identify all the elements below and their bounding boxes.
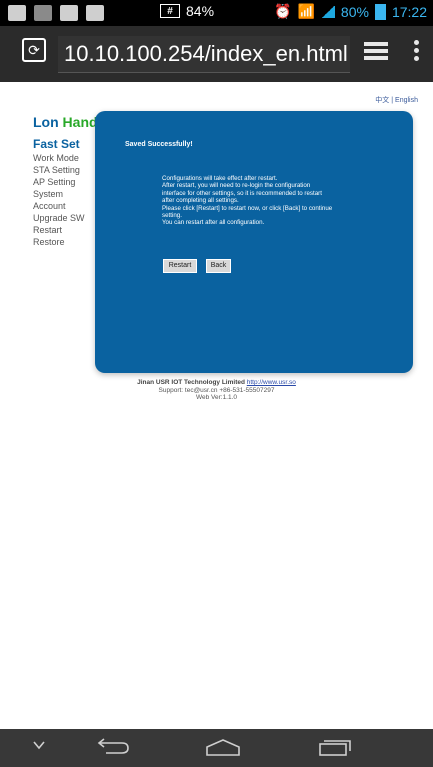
brand-part-1: Lon (33, 114, 59, 130)
back-icon[interactable] (92, 737, 132, 757)
message-line: Configurations will take effect after re… (162, 175, 278, 182)
sidebar-item-fast-set[interactable]: Fast Set (33, 138, 96, 152)
wifi-icon: 📶 (297, 3, 315, 19)
lang-chinese-link[interactable]: 中文 (375, 97, 389, 104)
sidebar-item-sta-setting[interactable]: STA Setting (33, 164, 96, 176)
message-line: after completing all settings. (162, 197, 239, 205)
language-switch: 中文 | English (375, 95, 418, 105)
message-line: setting. (162, 212, 182, 220)
message-line: Please click [Restart] to restart now, o… (162, 204, 333, 212)
sidebar-item-work-mode[interactable]: Work Mode (33, 152, 96, 164)
status-center: # 84% (160, 3, 214, 19)
sidebar-item-upgrade-sw[interactable]: Upgrade SW (33, 212, 96, 224)
page-footer: Jinan USR IOT Technology Limited http://… (0, 379, 433, 402)
hash-icon: # (160, 4, 180, 18)
footer-company-line: Jinan USR IOT Technology Limited http://… (0, 379, 433, 387)
sidebar-nav: Fast Set Work Mode STA Setting AP Settin… (0, 138, 96, 248)
overflow-menu-icon[interactable] (414, 40, 420, 64)
battery-percent: 80% (340, 3, 369, 20)
back-button[interactable]: Back (206, 259, 231, 273)
support-info: Support: tec@usr.cn +86-531-55507297 (158, 386, 275, 394)
bookmarks-icon[interactable] (364, 42, 388, 60)
browser-toolbar: ⟳ 10.10.100.254/index_en.html (0, 26, 433, 82)
lang-separator: | (391, 97, 394, 104)
clock: 17:22 (391, 3, 427, 20)
system-nav-bar (0, 729, 433, 767)
contacts-icon (60, 5, 78, 21)
lang-english-link[interactable]: English (395, 97, 418, 104)
hide-keyboard-icon[interactable] (33, 739, 45, 751)
android-icon (86, 5, 104, 21)
sidebar-item-account[interactable]: Account (33, 200, 96, 212)
sidebar-item-ap-setting[interactable]: AP Setting (33, 176, 96, 188)
company-link[interactable]: http://www.usr.so (247, 379, 296, 386)
image-icon (8, 5, 26, 21)
sidebar-item-system[interactable]: System (33, 188, 96, 200)
signal-label: 84% (186, 3, 215, 19)
restart-button[interactable]: Restart (163, 259, 197, 273)
brand-logo: Lon Hand (33, 114, 98, 130)
alarm-icon: ⏰ (274, 3, 292, 19)
photo-icon (34, 5, 52, 21)
recent-apps-icon[interactable] (314, 737, 354, 757)
tab-switcher-icon[interactable]: ⟳ (22, 38, 46, 62)
panel-message: Configurations will take effect after re… (162, 175, 362, 227)
brand-part-2: Hand (62, 114, 98, 130)
status-notification-icons (8, 4, 104, 22)
content-panel: Saved Successfully! Configurations will … (95, 111, 413, 373)
sidebar-item-restart[interactable]: Restart (33, 224, 96, 236)
message-line: After restart, you will need to re-login… (162, 182, 311, 190)
status-right: ⏰ 📶 80% 17:22 (274, 3, 427, 20)
status-bar: # 84% ⏰ 📶 80% 17:22 (0, 0, 433, 26)
message-line: You can restart after all configuration. (162, 219, 265, 227)
battery-icon (374, 3, 386, 20)
sidebar-item-restore[interactable]: Restore (33, 236, 96, 248)
panel-title: Saved Successfully! (125, 141, 193, 148)
url-field[interactable]: 10.10.100.254/index_en.html (58, 36, 350, 73)
web-version: Web Ver:1.1.0 (195, 394, 238, 401)
signal-icon (320, 5, 335, 18)
message-line: interface for other settings, so it is r… (162, 189, 322, 197)
home-icon[interactable] (203, 737, 243, 757)
company-name: Jinan USR IOT Technology Limited (137, 379, 245, 386)
